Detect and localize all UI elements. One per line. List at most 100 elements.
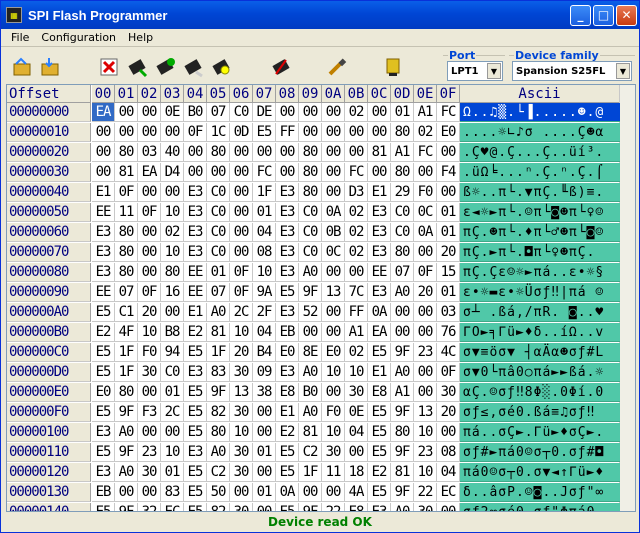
hex-byte-cell[interactable]: 30	[414, 503, 437, 511]
hex-byte-cell[interactable]: 81	[115, 163, 138, 182]
hex-byte-cell[interactable]: C0	[207, 243, 230, 262]
hex-byte-cell[interactable]: C2	[299, 443, 322, 462]
ascii-row[interactable]: δ..âσP.☺◙..Jσƒ"∞	[460, 483, 620, 502]
hex-byte-cell[interactable]: 00	[253, 463, 276, 482]
minimize-button[interactable]: _	[570, 4, 591, 26]
auto-program-button[interactable]	[325, 55, 349, 79]
hex-byte-cell[interactable]: 1F	[115, 343, 138, 362]
hex-byte-cell[interactable]: 83	[161, 483, 184, 502]
hex-byte-cell[interactable]: 00	[322, 383, 345, 402]
hex-byte-cell[interactable]: C0	[161, 363, 184, 382]
hex-byte-cell[interactable]: E3	[368, 283, 391, 302]
hex-byte-cell[interactable]: 80	[299, 183, 322, 202]
hex-byte-cell[interactable]: 00	[437, 503, 460, 511]
hex-byte-cell[interactable]: F3	[138, 403, 161, 422]
hex-byte-cell[interactable]: E3	[184, 243, 207, 262]
hex-byte-cell[interactable]: 13	[322, 283, 345, 302]
hex-byte-cell[interactable]: 80	[115, 223, 138, 242]
ascii-row[interactable]: σƒ≤,σé0.ßá≡♫σƒ‼	[460, 403, 620, 422]
hex-byte-cell[interactable]: A1	[345, 323, 368, 342]
hex-byte-cell[interactable]: 01	[437, 283, 460, 302]
hex-byte-cell[interactable]: 9F	[115, 403, 138, 422]
hex-byte-cell[interactable]: A1	[414, 103, 437, 122]
hex-byte-cell[interactable]: 10	[230, 423, 253, 442]
hex-byte-cell[interactable]: A0	[115, 463, 138, 482]
hex-byte-cell[interactable]: 0F	[115, 183, 138, 202]
hex-byte-cell[interactable]: 20	[437, 243, 460, 262]
hex-byte-cell[interactable]: A0	[391, 363, 414, 382]
hex-byte-cell[interactable]: E3	[276, 263, 299, 282]
hex-byte-cell[interactable]: 01	[161, 463, 184, 482]
hex-byte-cell[interactable]: 00	[368, 163, 391, 182]
hex-byte-cell[interactable]: 00	[368, 103, 391, 122]
hex-byte-cell[interactable]: 01	[391, 103, 414, 122]
settings-chip-button[interactable]	[381, 55, 405, 79]
hex-byte-cell[interactable]: 02	[345, 343, 368, 362]
hex-byte-cell[interactable]: 9F	[299, 283, 322, 302]
chevron-down-icon[interactable]: ▼	[487, 63, 501, 79]
hex-byte-cell[interactable]: E3	[92, 463, 115, 482]
hex-byte-cell[interactable]: 00	[322, 323, 345, 342]
ascii-row[interactable]: πá..σÇ►.Γü►♦σÇ►.	[460, 423, 620, 442]
hex-byte-cell[interactable]: 80	[391, 163, 414, 182]
hex-byte-cell[interactable]: 00	[414, 323, 437, 342]
hex-byte-cell[interactable]: C0	[299, 223, 322, 242]
hex-byte-cell[interactable]: 2C	[230, 303, 253, 322]
hex-byte-cell[interactable]: E5	[368, 443, 391, 462]
hex-byte-cell[interactable]: E3	[368, 243, 391, 262]
hex-byte-cell[interactable]: 00	[92, 143, 115, 162]
hex-byte-cell[interactable]: 4A	[345, 483, 368, 502]
device-family-select[interactable]: Spansion S25FL ▼	[512, 61, 632, 81]
hex-byte-cell[interactable]: 00	[299, 103, 322, 122]
hex-byte-cell[interactable]: 29	[391, 183, 414, 202]
hex-byte-cell[interactable]: D3	[345, 183, 368, 202]
hex-byte-cell[interactable]: 0F	[138, 283, 161, 302]
hex-byte-cell[interactable]: 00	[230, 163, 253, 182]
hex-byte-cell[interactable]: E5	[92, 403, 115, 422]
hex-byte-cell[interactable]: E1	[276, 403, 299, 422]
hex-byte-cell[interactable]: 23	[414, 443, 437, 462]
ascii-row[interactable]: πá0☺σ┬0.σ▼◄↑Γü►♦	[460, 463, 620, 482]
hex-byte-cell[interactable]: E0	[92, 383, 115, 402]
hex-grid[interactable]: Offset Ascii 00 01 02 03 04 05 06 07 08 09 0A 0B 0C 0…	[6, 84, 636, 512]
hex-byte-cell[interactable]: 80	[391, 123, 414, 142]
hex-byte-cell[interactable]: E8	[368, 383, 391, 402]
hex-byte-cell[interactable]: 1F	[115, 363, 138, 382]
hex-byte-cell[interactable]: 11	[115, 203, 138, 222]
hex-byte-cell[interactable]: E3	[184, 443, 207, 462]
hex-byte-cell[interactable]: 38	[253, 383, 276, 402]
ascii-row[interactable]: σ▼≡öσ▼ ┤αÄα☻σƒ#L	[460, 343, 620, 362]
hex-byte-cell[interactable]: B8	[161, 323, 184, 342]
hex-byte-cell[interactable]: 80	[115, 383, 138, 402]
hex-byte-cell[interactable]: 9F	[391, 343, 414, 362]
hex-byte-cell[interactable]: E3	[368, 203, 391, 222]
hex-byte-cell[interactable]: 81	[368, 143, 391, 162]
hex-byte-cell[interactable]: EB	[276, 323, 299, 342]
hex-byte-cell[interactable]: E3	[276, 243, 299, 262]
hex-byte-cell[interactable]: E3	[276, 223, 299, 242]
hex-byte-cell[interactable]: EE	[92, 283, 115, 302]
hex-byte-cell[interactable]: C0	[299, 203, 322, 222]
hex-byte-cell[interactable]: 07	[115, 283, 138, 302]
hex-byte-cell[interactable]: E5	[184, 503, 207, 511]
blank-check-button[interactable]	[209, 55, 233, 79]
hex-byte-cell[interactable]: 00	[253, 403, 276, 422]
hex-byte-cell[interactable]: 00	[322, 263, 345, 282]
ascii-row[interactable]: ΓO►╕Γü►♦δ..íΩ..v	[460, 323, 620, 342]
hex-byte-cell[interactable]: 20	[437, 403, 460, 422]
hex-byte-cell[interactable]: E5	[276, 503, 299, 511]
hex-byte-cell[interactable]: 9F	[391, 403, 414, 422]
hex-byte-cell[interactable]: 30	[230, 403, 253, 422]
hex-byte-cell[interactable]: 00	[115, 483, 138, 502]
hex-byte-cell[interactable]: 30	[230, 443, 253, 462]
hex-byte-cell[interactable]: 02	[414, 123, 437, 142]
hex-byte-cell[interactable]: 11	[322, 463, 345, 482]
hex-byte-cell[interactable]: E5	[92, 503, 115, 511]
hex-byte-cell[interactable]: 20	[230, 343, 253, 362]
hex-byte-cell[interactable]: 9F	[391, 483, 414, 502]
hex-byte-cell[interactable]: 30	[138, 363, 161, 382]
hex-byte-cell[interactable]: 00	[322, 123, 345, 142]
hex-byte-cell[interactable]: 00	[322, 303, 345, 322]
hex-byte-cell[interactable]: A1	[391, 383, 414, 402]
hex-byte-cell[interactable]: E0	[276, 343, 299, 362]
